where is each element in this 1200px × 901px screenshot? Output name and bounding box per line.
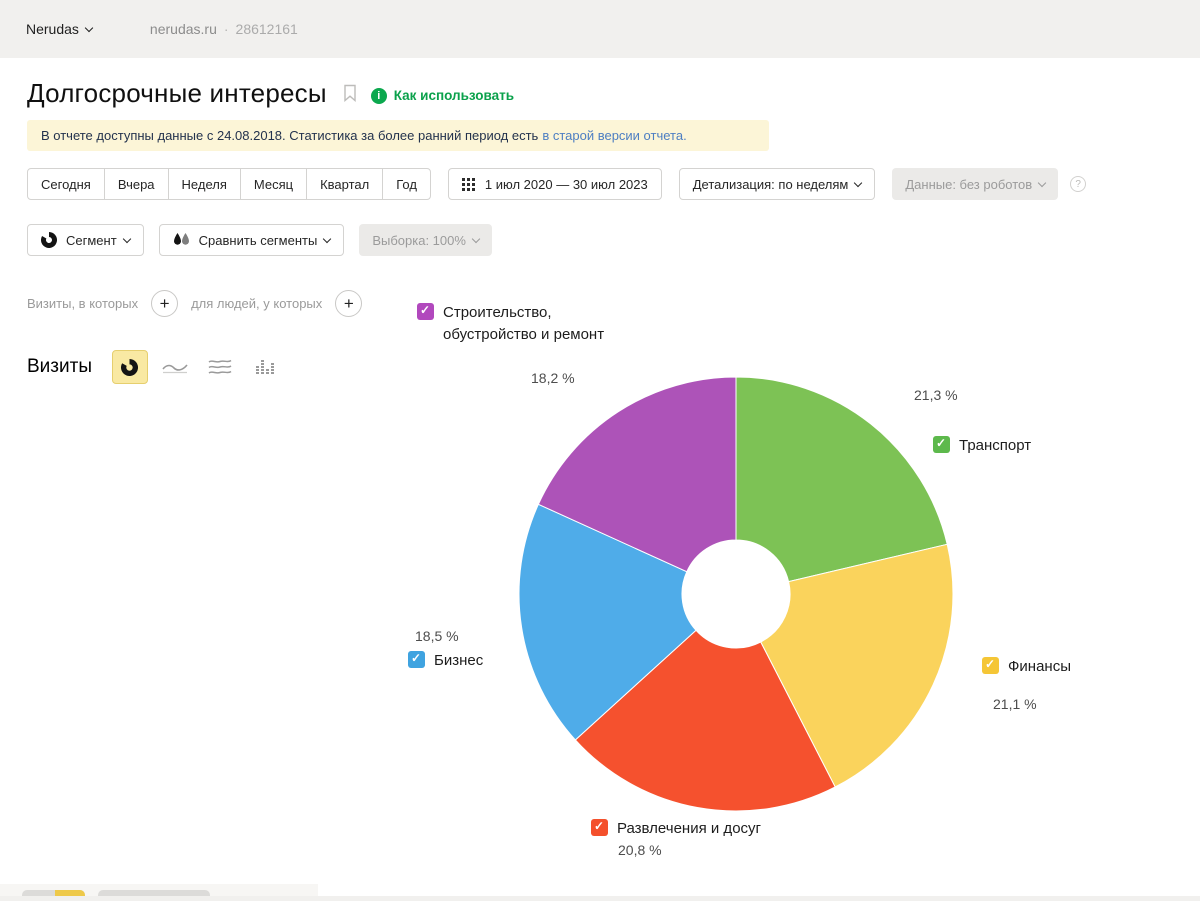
legend-label-construction: Строительство, обустройство и ремонт	[443, 302, 618, 346]
period-toolbar: Сегодня Вчера Неделя Месяц Квартал Год 1…	[27, 168, 1086, 200]
legend-item-business: Бизнес	[408, 651, 483, 672]
add-people-condition-button[interactable]: +	[335, 290, 362, 317]
compare-segments-dropdown[interactable]: Сравнить сегменты	[159, 224, 345, 256]
chart-type-line-button[interactable]	[157, 350, 193, 384]
chart-type-stacked-button[interactable]	[202, 350, 238, 384]
legend-item-entertainment: Развлечения и досуг	[591, 819, 761, 840]
period-button-group: Сегодня Вчера Неделя Месяц Квартал Год	[27, 168, 431, 200]
chevron-down-icon	[323, 234, 331, 242]
sampling-value: Выборка: 100%	[372, 233, 466, 248]
calendar-grid-icon	[462, 178, 476, 191]
date-range-button[interactable]: 1 июл 2020 — 30 июл 2023	[448, 168, 662, 200]
sampling-dropdown[interactable]: Выборка: 100%	[359, 224, 492, 256]
metric-row: Визиты	[27, 350, 292, 384]
pie-segment-icon	[41, 232, 57, 248]
legend-item-finance: Финансы	[982, 657, 1071, 678]
compare-segments-label: Сравнить сегменты	[199, 233, 318, 248]
bottom-strip	[0, 896, 1200, 901]
date-range-value: 1 июл 2020 — 30 июл 2023	[485, 177, 648, 192]
percent-business: 18,5 %	[415, 628, 459, 644]
metric-label: Визиты	[27, 356, 92, 378]
account-switcher[interactable]: Nerudas	[26, 21, 92, 37]
data-mode-value: Данные: без роботов	[905, 177, 1032, 192]
percent-entertainment: 20,8 %	[618, 842, 662, 858]
bookmark-icon[interactable]	[343, 84, 357, 107]
period-week-button[interactable]: Неделя	[168, 168, 241, 200]
detalization-dropdown[interactable]: Детализация: по неделям	[679, 168, 876, 200]
chevron-down-icon	[122, 234, 130, 242]
legend-checkbox-entertainment[interactable]	[591, 819, 608, 836]
legend-checkbox-transport[interactable]	[933, 436, 950, 453]
legend-checkbox-construction[interactable]	[417, 303, 434, 320]
legend-label-finance: Финансы	[1008, 656, 1071, 678]
page-title: Долгосрочные интересы	[27, 78, 327, 109]
legend-item-transport: Транспорт	[933, 436, 1031, 457]
percent-transport: 21,3 %	[914, 387, 958, 403]
percent-construction: 18,2 %	[531, 370, 575, 386]
account-name: Nerudas	[26, 21, 79, 37]
segment-label: Сегмент	[66, 233, 117, 248]
chevron-down-icon	[472, 234, 480, 242]
period-yesterday-button[interactable]: Вчера	[104, 168, 169, 200]
legend-checkbox-finance[interactable]	[982, 657, 999, 674]
period-quarter-button[interactable]: Квартал	[306, 168, 383, 200]
donut-chart-icon	[121, 359, 138, 376]
segment-dropdown[interactable]: Сегмент	[27, 224, 144, 256]
detalization-value: Детализация: по неделям	[693, 177, 849, 192]
legend-label-entertainment: Развлечения и досуг	[617, 818, 761, 840]
period-today-button[interactable]: Сегодня	[27, 168, 105, 200]
legend-checkbox-business[interactable]	[408, 651, 425, 668]
pie-slice-0[interactable]	[736, 377, 947, 582]
people-condition-label: для людей, у которых	[191, 296, 322, 311]
stacked-area-icon	[208, 359, 232, 375]
how-to-use-link[interactable]: Как использовать	[394, 88, 514, 103]
top-bar: Nerudas nerudas.ru · 28612161	[0, 0, 1200, 58]
info-icon: i	[371, 88, 387, 104]
chart-type-switcher	[112, 350, 292, 384]
chart-type-columns-button[interactable]	[247, 350, 283, 384]
legend-label-business: Бизнес	[434, 650, 483, 672]
add-visit-condition-button[interactable]: +	[151, 290, 178, 317]
percent-finance: 21,1 %	[993, 696, 1037, 712]
compare-drops-icon	[173, 233, 190, 247]
notice-banner: В отчете доступны данные с 24.08.2018. С…	[27, 120, 769, 151]
counter-id: 28612161	[236, 21, 298, 37]
notice-text: В отчете доступны данные с 24.08.2018. С…	[41, 128, 538, 143]
pie-chart-svg	[500, 358, 972, 830]
chevron-down-icon	[85, 23, 93, 31]
line-chart-icon	[162, 359, 188, 375]
period-month-button[interactable]: Месяц	[240, 168, 307, 200]
help-icon[interactable]: ?	[1070, 176, 1086, 192]
data-mode-dropdown[interactable]: Данные: без роботов	[892, 168, 1058, 200]
chevron-down-icon	[854, 178, 862, 186]
segment-toolbar: Сегмент Сравнить сегменты Выборка: 100%	[27, 224, 492, 256]
chevron-down-icon	[1038, 178, 1046, 186]
query-builder: Визиты, в которых + для людей, у которых…	[27, 290, 375, 317]
old-report-link[interactable]: в старой версии отчета.	[542, 128, 686, 143]
separator-dot: ·	[224, 21, 229, 37]
period-year-button[interactable]: Год	[382, 168, 431, 200]
site-domain[interactable]: nerudas.ru	[150, 21, 217, 37]
title-row: Долгосрочные интересы i Как использовать	[27, 78, 514, 109]
column-chart-icon	[255, 359, 275, 375]
legend-item-construction: Строительство, обустройство и ремонт	[417, 303, 622, 346]
legend-label-transport: Транспорт	[959, 435, 1031, 457]
visits-condition-label: Визиты, в которых	[27, 296, 138, 311]
chart-type-pie-button[interactable]	[112, 350, 148, 384]
metrica-report-page: Nerudas nerudas.ru · 28612161 Долгосрочн…	[0, 0, 1200, 901]
